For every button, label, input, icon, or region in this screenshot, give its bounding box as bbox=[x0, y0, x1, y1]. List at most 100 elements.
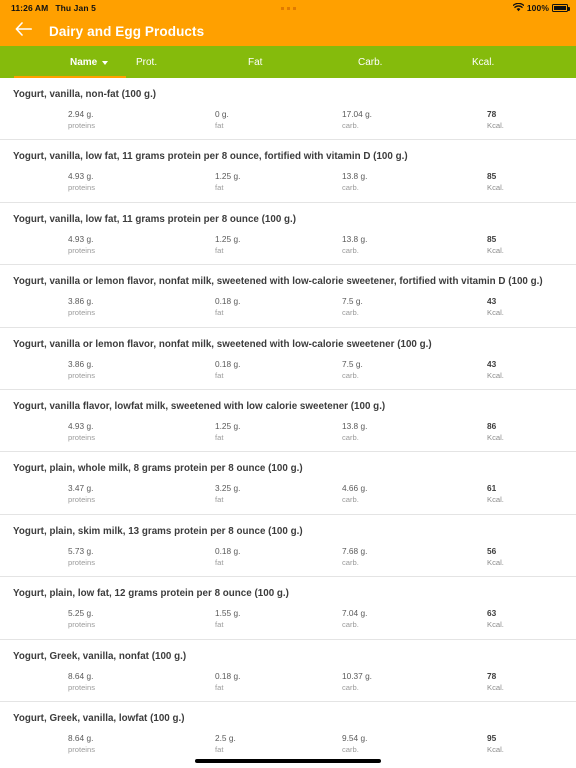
nutrient-carb-label: carb. bbox=[342, 183, 359, 193]
nutrient-fat: 0.18 g. fat bbox=[215, 546, 240, 568]
back-button[interactable] bbox=[12, 20, 34, 42]
food-name: Yogurt, plain, whole milk, 8 grams prote… bbox=[13, 463, 303, 475]
nutrient-prot-value: 3.47 g. bbox=[68, 483, 94, 494]
nutrient-fat-value: 0.18 g. bbox=[215, 545, 241, 556]
battery-full-icon bbox=[552, 4, 570, 12]
home-indicator[interactable] bbox=[195, 759, 381, 763]
table-row[interactable]: Yogurt, vanilla flavor, lowfat milk, swe… bbox=[0, 389, 576, 453]
table-row[interactable]: Yogurt, vanilla or lemon flavor, nonfat … bbox=[0, 327, 576, 390]
nutrient-fat-label: fat bbox=[215, 432, 224, 442]
nutrient-kcal: 43 Kcal. bbox=[487, 359, 504, 381]
column-header-name[interactable]: Name bbox=[70, 46, 109, 78]
nutrient-carb: 17.04 g. carb. bbox=[342, 109, 372, 131]
nutrient-fat-value: 2.5 g. bbox=[215, 732, 236, 743]
nutrient-fat-value: 0.18 g. bbox=[215, 296, 241, 307]
app-root: 11:26 AM Thu Jan 5 100% Dairy and Egg Pr… bbox=[0, 0, 576, 768]
nutrient-prot: 3.86 g. proteins bbox=[68, 359, 95, 381]
nutrient-kcal-value: 43 bbox=[487, 296, 497, 307]
nutrient-fat-label: fat bbox=[215, 620, 224, 630]
nutrient-fat: 3.25 g. fat bbox=[215, 483, 240, 505]
nutrient-kcal-label: Kcal. bbox=[487, 308, 504, 318]
nutrient-carb-label: carb. bbox=[342, 557, 359, 567]
table-row[interactable]: Yogurt, Greek, vanilla, nonfat (100 g.) 8… bbox=[0, 639, 576, 702]
nutrient-fat-value: 0 g. bbox=[215, 109, 229, 119]
food-list[interactable]: Yogurt, vanilla, non-fat (100 g.) 2.94 g.… bbox=[0, 78, 576, 768]
column-header-fat-label: Fat bbox=[248, 56, 263, 68]
nutrient-fat-label: fat bbox=[215, 121, 224, 130]
nutrient-prot-label: proteins bbox=[68, 121, 96, 130]
nutrient-fat-label: fat bbox=[215, 557, 224, 567]
nutrient-prot-value: 4.93 g. bbox=[68, 420, 94, 431]
nutrient-kcal: 78 Kcal. bbox=[487, 109, 504, 131]
nutrient-carb: 13.8 g. carb. bbox=[342, 234, 367, 256]
nutrient-prot-label: proteins bbox=[68, 370, 96, 380]
food-name: Yogurt, vanilla or lemon flavor, nonfat … bbox=[13, 276, 543, 288]
nutrient-prot-value: 8.64 g. bbox=[68, 670, 94, 681]
column-header-kcal[interactable]: Kcal. bbox=[472, 46, 494, 78]
nutrient-prot-label: proteins bbox=[68, 682, 96, 692]
nutrient-kcal-label: Kcal. bbox=[487, 121, 504, 130]
food-name: Yogurt, vanilla, non-fat (100 g.) bbox=[13, 89, 157, 100]
table-row[interactable]: Yogurt, plain, whole milk, 8 grams prote… bbox=[0, 452, 576, 515]
table-row[interactable]: Yogurt, vanilla or lemon flavor, nonfat … bbox=[0, 265, 576, 328]
nutrient-carb: 7.5 g. carb. bbox=[342, 296, 363, 318]
page-title: Dairy and Egg Products bbox=[49, 23, 205, 39]
table-row[interactable]: Yogurt, vanilla, low fat, 11 grams prote… bbox=[0, 140, 576, 203]
table-row[interactable]: Yogurt, vanilla, low fat, 11 grams prote… bbox=[0, 202, 576, 266]
nutrient-fat-label: fat bbox=[215, 682, 224, 692]
status-time: 11:26 AM bbox=[11, 3, 49, 13]
table-row[interactable]: Yogurt, plain, skim milk, 13 grams prote… bbox=[0, 514, 576, 578]
nutrient-prot-value: 3.86 g. bbox=[68, 296, 94, 307]
nutrient-prot-label: proteins bbox=[68, 495, 96, 505]
wifi-icon bbox=[512, 2, 525, 14]
table-column-header: Name Prot. Fat Carb. Kcal. bbox=[0, 46, 576, 78]
nutrient-prot: 2.94 g. proteins bbox=[68, 109, 95, 131]
nutrient-prot: 4.93 g. proteins bbox=[68, 234, 95, 256]
status-date: Thu Jan 5 bbox=[55, 3, 96, 13]
nutrient-kcal: 78 Kcal. bbox=[487, 671, 504, 693]
food-name: Yogurt, Greek, vanilla, lowfat (100 g.) bbox=[13, 712, 185, 724]
nutrient-kcal-value: 56 bbox=[487, 545, 497, 556]
column-header-prot[interactable]: Prot. bbox=[136, 46, 157, 78]
food-name: Yogurt, plain, low fat, 12 grams protein… bbox=[13, 588, 289, 600]
column-header-carb-label: Carb. bbox=[358, 56, 383, 68]
nutrient-fat-label: fat bbox=[215, 308, 224, 318]
nutrient-carb-value: 7.04 g. bbox=[342, 608, 368, 619]
nutrient-prot: 5.25 g. proteins bbox=[68, 608, 95, 630]
nutrient-kcal-value: 95 bbox=[487, 732, 497, 743]
nutrient-prot-label: proteins bbox=[68, 557, 96, 567]
nutrient-fat-value: 1.25 g. bbox=[215, 420, 241, 431]
column-header-carb[interactable]: Carb. bbox=[358, 46, 382, 78]
nutrient-prot-label: proteins bbox=[68, 432, 96, 442]
nutrient-prot-value: 2.94 g. bbox=[68, 109, 94, 119]
table-row[interactable]: Yogurt, plain, low fat, 12 grams protein… bbox=[0, 577, 576, 640]
nutrient-prot-value: 5.25 g. bbox=[68, 608, 94, 619]
nutrient-carb-label: carb. bbox=[342, 620, 359, 630]
nutrient-prot-value: 8.64 g. bbox=[68, 732, 94, 743]
nutrient-carb-label: carb. bbox=[342, 495, 359, 505]
nutrient-prot-value: 3.86 g. bbox=[68, 358, 94, 369]
nutrient-fat: 0.18 g. fat bbox=[215, 296, 240, 318]
nutrient-prot-label: proteins bbox=[68, 620, 96, 630]
nutrient-prot-value: 5.73 g. bbox=[68, 545, 94, 556]
nutrient-kcal-value: 85 bbox=[487, 233, 497, 244]
nutrient-fat: 1.25 g. fat bbox=[215, 421, 240, 443]
nutrient-kcal-label: Kcal. bbox=[487, 432, 504, 442]
nutrient-fat-value: 0.18 g. bbox=[215, 670, 241, 681]
nutrient-carb-label: carb. bbox=[342, 308, 359, 318]
status-bar-left: 11:26 AM Thu Jan 5 bbox=[11, 3, 96, 13]
nutrient-prot: 4.93 g. proteins bbox=[68, 171, 95, 193]
table-row[interactable]: Yogurt, vanilla, non-fat (100 g.) 2.94 g.… bbox=[0, 78, 576, 141]
nutrient-fat: 0 g. fat bbox=[215, 109, 229, 131]
nutrient-fat-value: 1.55 g. bbox=[215, 608, 241, 619]
nutrient-prot: 4.93 g. proteins bbox=[68, 421, 95, 443]
nutrient-fat: 1.55 g. fat bbox=[215, 608, 240, 630]
nutrient-kcal-label: Kcal. bbox=[487, 495, 504, 505]
column-header-name-label: Name bbox=[70, 56, 98, 68]
nutrient-fat-value: 1.25 g. bbox=[215, 233, 241, 244]
nutrient-carb: 7.68 g. carb. bbox=[342, 546, 367, 568]
food-name: Yogurt, vanilla or lemon flavor, nonfat … bbox=[13, 338, 432, 350]
column-header-fat[interactable]: Fat bbox=[248, 46, 262, 78]
nutrient-carb-label: carb. bbox=[342, 682, 359, 692]
nutrient-kcal-value: 63 bbox=[487, 608, 497, 619]
